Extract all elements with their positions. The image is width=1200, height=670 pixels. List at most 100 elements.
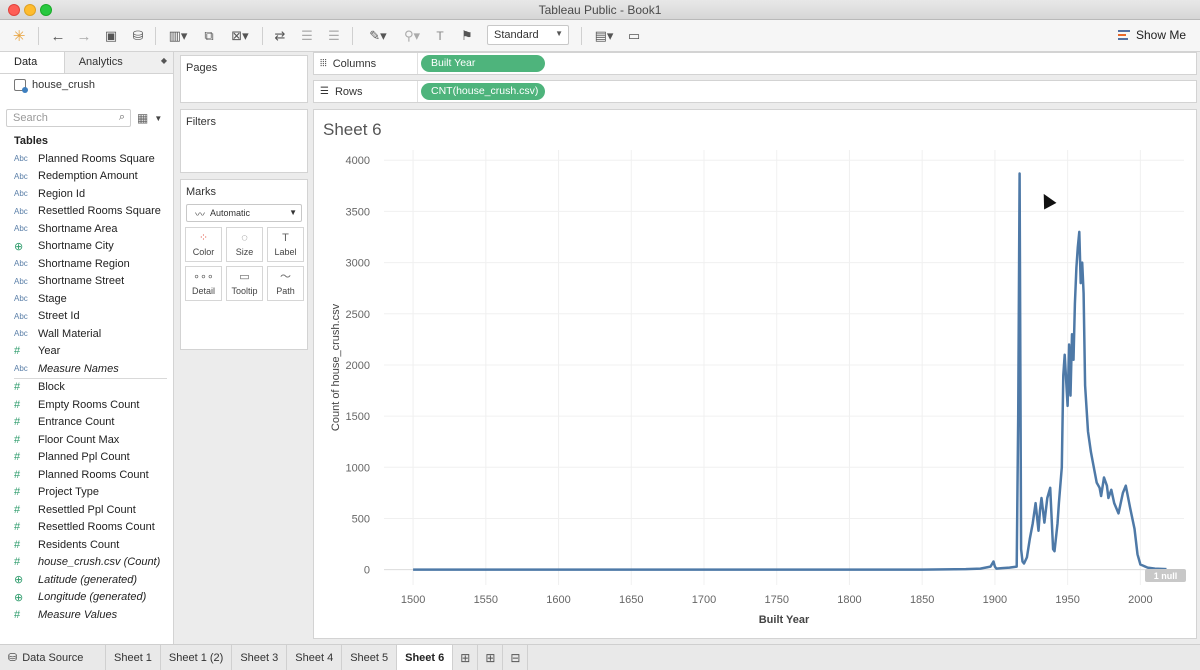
field-item[interactable]: Abc Shortname Region [0, 255, 173, 273]
tooltip-button[interactable]: ▭ Tooltip [226, 266, 263, 301]
string-type-icon: Abc [14, 189, 28, 199]
field-item[interactable]: Abc Resettled Rooms Square [0, 203, 173, 221]
size-button[interactable]: ◌ Size [226, 227, 263, 262]
field-item[interactable]: Abc Shortname Street [0, 273, 173, 291]
field-item[interactable]: # Planned Rooms Count [0, 466, 173, 484]
field-item[interactable]: ⊕ Shortname City [0, 238, 173, 256]
field-item[interactable]: Abc Wall Material [0, 325, 173, 343]
globe-icon: ⊕ [14, 591, 24, 604]
show-me-button[interactable]: Show Me [1117, 28, 1186, 42]
sheet-tab[interactable]: Sheet 4 [287, 645, 343, 670]
field-item[interactable]: # Resettled Ppl Count [0, 501, 173, 519]
path-button[interactable]: 〜 Path [267, 266, 304, 301]
detail-button[interactable]: ∘∘∘ Detail [185, 266, 222, 301]
undo-arrow-icon[interactable]: ← [48, 25, 68, 47]
sheet-tab-active[interactable]: Sheet 6 [397, 645, 454, 670]
label-icon: T [282, 232, 289, 244]
number-type-icon: # [14, 468, 21, 481]
y-tick-label: 4000 [346, 155, 370, 167]
fit-select[interactable]: Standard ▼ [487, 25, 569, 45]
tab-data[interactable]: Data [0, 52, 64, 73]
columns-shelf[interactable]: ⦙⦙⦙ Columns Built Year [313, 52, 1197, 75]
field-item[interactable]: # Floor Count Max [0, 431, 173, 449]
field-item[interactable]: Abc Planned Rooms Square [0, 150, 173, 168]
field-label: Planned Rooms Count [38, 468, 149, 481]
clear-sheet-icon[interactable]: ⊠▾ [225, 25, 255, 47]
rows-shelf[interactable]: ☰ Rows CNT(house_crush.csv) [313, 80, 1197, 103]
tab-analytics[interactable]: Analytics ◆ [63, 52, 173, 73]
field-item[interactable]: # Resettled Rooms Count [0, 519, 173, 537]
columns-icon: ⦙⦙⦙ [320, 58, 327, 69]
field-item[interactable]: Abc Region Id [0, 185, 173, 203]
field-item[interactable]: Abc Redemption Amount [0, 168, 173, 186]
presentation-mode-icon[interactable]: ▭ [624, 25, 644, 47]
line-mark-icon: 〰 [195, 209, 205, 221]
cards-pane: Pages Filters Marks 〰 Automatic ▼ ⁘ Color … [174, 52, 313, 644]
field-item[interactable]: # Planned Ppl Count [0, 449, 173, 467]
string-type-icon: Abc [14, 329, 28, 339]
field-item[interactable]: Abc Measure Names [0, 360, 173, 378]
show-labels-icon[interactable]: T [430, 25, 450, 47]
rows-icon: ☰ [320, 86, 329, 97]
field-item[interactable]: # Entrance Count [0, 414, 173, 432]
show-me-icon [1117, 30, 1130, 40]
x-tick-label: 1500 [401, 594, 425, 606]
field-item[interactable]: # Block [0, 379, 173, 397]
built-year-pill[interactable]: Built Year [421, 55, 545, 72]
pages-card[interactable]: Pages [180, 55, 308, 103]
sort-ascending-icon[interactable]: ☰ [297, 25, 317, 47]
new-worksheet-tab-icon[interactable]: ⊞ [453, 645, 479, 670]
field-item[interactable]: # Measure Values [0, 606, 173, 624]
filters-card[interactable]: Filters [180, 109, 308, 173]
field-label: Resettled Rooms Count [38, 521, 155, 534]
highlight-pen-icon[interactable]: ✎▾ [364, 25, 392, 47]
pane-menu-chevron-icon[interactable]: ▼ [154, 114, 162, 123]
field-item[interactable]: # Project Type [0, 484, 173, 502]
show-cards-icon[interactable]: ▤▾ [590, 25, 618, 47]
y-tick-label: 2000 [346, 360, 370, 372]
new-dashboard-tab-icon[interactable]: ⊞ [478, 645, 504, 670]
x-tick-label: 1950 [1055, 594, 1079, 606]
fix-axes-pin-icon[interactable]: ⚑ [457, 25, 477, 47]
field-item[interactable]: # Residents Count [0, 536, 173, 554]
save-icon[interactable]: ▣ [101, 25, 121, 47]
sheet-tab[interactable]: Sheet 1 (2) [161, 645, 233, 670]
y-tick-label: 500 [352, 513, 370, 525]
tableau-logo-icon[interactable]: ✳ [10, 25, 28, 47]
field-item[interactable]: # house_crush.csv (Count) [0, 554, 173, 572]
line-chart[interactable]: 1500 1550 1600 1650 1700 1750 1800 1850 1900 1950… [314, 110, 1196, 638]
field-item[interactable]: ⊕ Longitude (generated) [0, 589, 173, 607]
datasource-item[interactable]: house_crush [0, 74, 173, 96]
sheet-tab[interactable]: Sheet 1 [106, 645, 161, 670]
field-item[interactable]: Abc Stage [0, 290, 173, 308]
view-data-icon[interactable]: ▦ [137, 111, 148, 125]
new-datasource-icon[interactable]: ⛁ [128, 25, 148, 47]
mark-type-select[interactable]: 〰 Automatic ▼ [186, 204, 302, 222]
sheet-tab[interactable]: Sheet 5 [342, 645, 398, 670]
redo-arrow-icon[interactable]: → [74, 25, 94, 47]
duplicate-sheet-icon[interactable]: ⧉ [199, 25, 219, 47]
data-source-tab[interactable]: ⛁ Data Source [0, 645, 106, 670]
number-type-icon: # [14, 416, 21, 429]
field-label: Planned Ppl Count [38, 451, 130, 464]
new-story-tab-icon[interactable]: ⊟ [503, 645, 529, 670]
path-icon: 〜 [280, 271, 291, 283]
field-item[interactable]: Abc Shortname Area [0, 220, 173, 238]
y-tick-label: 3000 [346, 258, 370, 270]
sheet-tab[interactable]: Sheet 3 [232, 645, 288, 670]
field-label: Latitude (generated) [38, 573, 138, 586]
swap-rows-columns-icon[interactable]: ⇄ [270, 25, 290, 47]
sort-descending-icon[interactable]: ☰ [324, 25, 344, 47]
field-search-input[interactable]: Search ⌕ [6, 109, 131, 127]
group-members-icon[interactable]: ⚲▾ [398, 25, 426, 47]
field-item[interactable]: ⊕ Latitude (generated) [0, 571, 173, 589]
new-worksheet-icon[interactable]: ▥▾ [164, 25, 192, 47]
field-item[interactable]: # Year [0, 343, 173, 361]
field-label: Street Id [38, 310, 80, 323]
label-button[interactable]: T Label [267, 227, 304, 262]
count-pill[interactable]: CNT(house_crush.csv) [421, 83, 545, 100]
color-button[interactable]: ⁘ Color [185, 227, 222, 262]
field-item[interactable]: Abc Street Id [0, 308, 173, 326]
number-type-icon: # [14, 433, 21, 446]
field-item[interactable]: # Empty Rooms Count [0, 396, 173, 414]
